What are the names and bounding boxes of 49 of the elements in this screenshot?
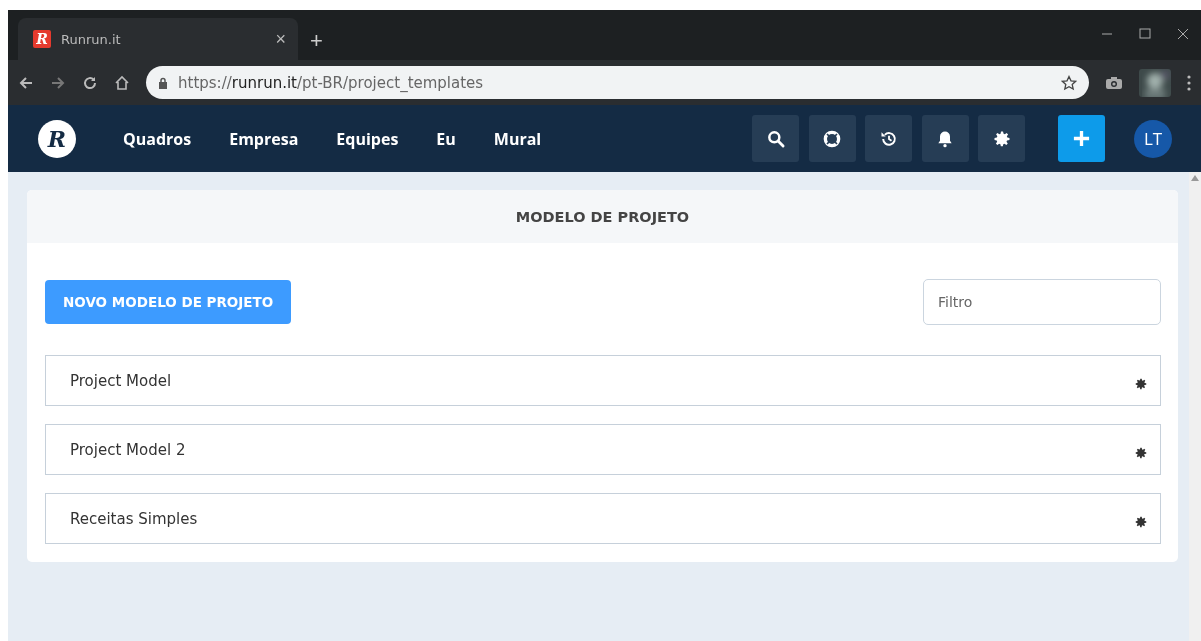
lifebuoy-icon <box>822 128 842 149</box>
template-settings-button[interactable] <box>1134 445 1148 460</box>
nav-link[interactable]: Equipes <box>336 127 399 150</box>
url-text: https://runrun.it/pt-BR/project_templates <box>178 73 485 92</box>
settings-icon <box>1134 514 1148 529</box>
camera-icon[interactable] <box>1105 75 1123 90</box>
maximize-icon[interactable] <box>1139 28 1151 40</box>
favicon: R <box>33 30 51 48</box>
template-name: Receitas Simples <box>70 509 199 528</box>
notifications-button[interactable] <box>921 115 969 162</box>
history-button[interactable] <box>865 115 912 162</box>
template-settings-button[interactable] <box>1134 376 1148 391</box>
template-row[interactable]: Project Model <box>45 355 1161 406</box>
address-bar[interactable]: https://runrun.it/pt-BR/project_templates <box>146 66 1089 99</box>
search-icon <box>765 128 786 149</box>
star-icon[interactable] <box>1061 74 1077 91</box>
browser-tab[interactable]: R Runrun.it × <box>18 18 298 60</box>
lock-icon <box>158 76 168 89</box>
settings-icon <box>1134 376 1148 391</box>
search-button[interactable] <box>752 115 799 162</box>
template-row[interactable]: Receitas Simples <box>45 493 1161 544</box>
nav-link[interactable]: Quadros <box>123 127 192 150</box>
template-name: Project Model 2 <box>70 440 187 459</box>
scroll-up-icon <box>1191 175 1199 181</box>
nav-link[interactable]: Empresa <box>229 127 299 150</box>
add-button[interactable] <box>1058 115 1105 162</box>
forward-icon[interactable] <box>50 74 66 91</box>
new-tab-button[interactable]: + <box>310 28 323 54</box>
close-icon[interactable] <box>1177 28 1189 40</box>
nav-link[interactable]: Mural <box>493 127 542 150</box>
nav-link[interactable]: Eu <box>436 127 456 150</box>
template-row[interactable]: Project Model 2 <box>45 424 1161 475</box>
template-name: Project Model <box>70 371 173 390</box>
scrollbar[interactable] <box>1189 172 1201 641</box>
panel-title: MODELO DE PROJETO <box>515 208 690 225</box>
app-logo[interactable]: R <box>38 119 76 158</box>
tab-close-button[interactable]: × <box>275 28 286 50</box>
template-settings-button[interactable] <box>1134 514 1148 529</box>
user-avatar[interactable]: LT <box>1134 119 1172 158</box>
settings-icon <box>1134 445 1148 460</box>
more-icon[interactable] <box>1187 74 1191 91</box>
home-icon[interactable] <box>114 74 130 91</box>
back-icon[interactable] <box>18 74 34 91</box>
help-button[interactable] <box>808 115 856 162</box>
filter-field[interactable]: Filtro <box>923 279 1161 325</box>
tab-title: Runrun.it <box>61 31 122 47</box>
plus-icon <box>1072 129 1091 148</box>
reload-icon[interactable] <box>82 74 98 91</box>
settings-button[interactable] <box>978 115 1025 162</box>
